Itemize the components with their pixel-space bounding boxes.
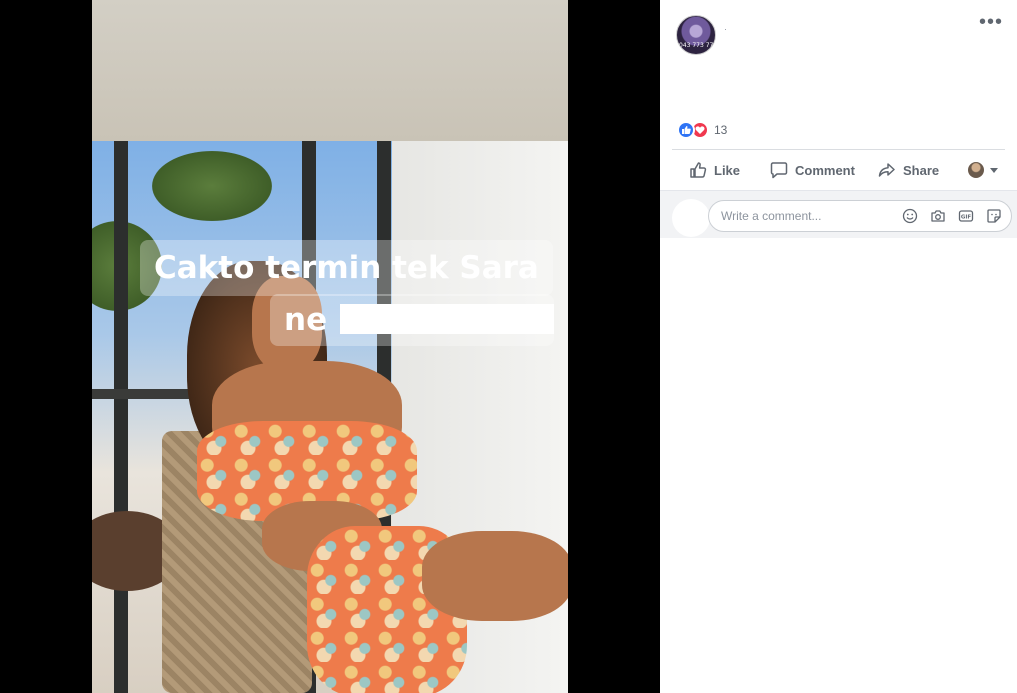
emoji-icon[interactable] <box>901 207 919 225</box>
thumbs-up-icon <box>690 162 707 178</box>
comment-input-wrapper[interactable]: GIF <box>708 200 1012 232</box>
post-details-panel: 043 773 77 · ••• 13 Like Comment Share W… <box>660 0 1017 693</box>
redaction-box <box>340 304 554 334</box>
chevron-down-icon <box>990 168 998 173</box>
like-button[interactable]: Like <box>689 161 740 179</box>
like-reaction-icon <box>677 121 695 139</box>
comment-button[interactable]: Comment <box>770 161 855 179</box>
avatar-text: 043 773 77 <box>679 42 714 49</box>
window-frame <box>114 141 128 693</box>
gif-icon[interactable]: GIF <box>957 207 975 225</box>
camera-icon[interactable] <box>929 207 947 225</box>
share-button[interactable]: Share <box>878 161 939 179</box>
share-icon <box>878 163 895 177</box>
photo-top-band <box>92 0 568 141</box>
react-as-selector[interactable] <box>968 162 999 178</box>
comment-label: Comment <box>795 162 855 178</box>
comment-input[interactable] <box>721 207 891 225</box>
comment-icon <box>770 162 788 179</box>
author-name[interactable]: · <box>724 24 727 34</box>
legs <box>422 531 568 621</box>
palm-tree <box>152 151 272 221</box>
story-caption-line1: Cakto termin tek Sara <box>140 240 553 296</box>
user-avatar <box>968 162 984 178</box>
post-photo[interactable]: Cakto termin tek Sara ne <box>92 0 568 693</box>
reactions-count: 13 <box>714 123 728 137</box>
comment-composer: GIF <box>660 190 1017 238</box>
svg-text:GIF: GIF <box>961 215 972 221</box>
photo-theater: Cakto termin tek Sara ne 043 773 77 · ••… <box>0 0 1017 693</box>
commenter-avatar <box>672 199 710 237</box>
reactions-summary[interactable]: 13 <box>677 121 727 139</box>
more-options-icon[interactable]: ••• <box>979 12 1003 37</box>
photo-scene <box>92 141 568 693</box>
photo-viewer: Cakto termin tek Sara ne <box>0 0 660 693</box>
sticker-icon[interactable] <box>985 207 1003 225</box>
author-avatar[interactable]: 043 773 77 <box>676 15 716 55</box>
share-label: Share <box>903 162 940 178</box>
divider <box>672 149 1005 150</box>
like-label: Like <box>714 162 741 178</box>
comment-tools: GIF <box>901 207 1003 225</box>
post-actions-bar: Like Comment Share <box>672 155 1005 185</box>
